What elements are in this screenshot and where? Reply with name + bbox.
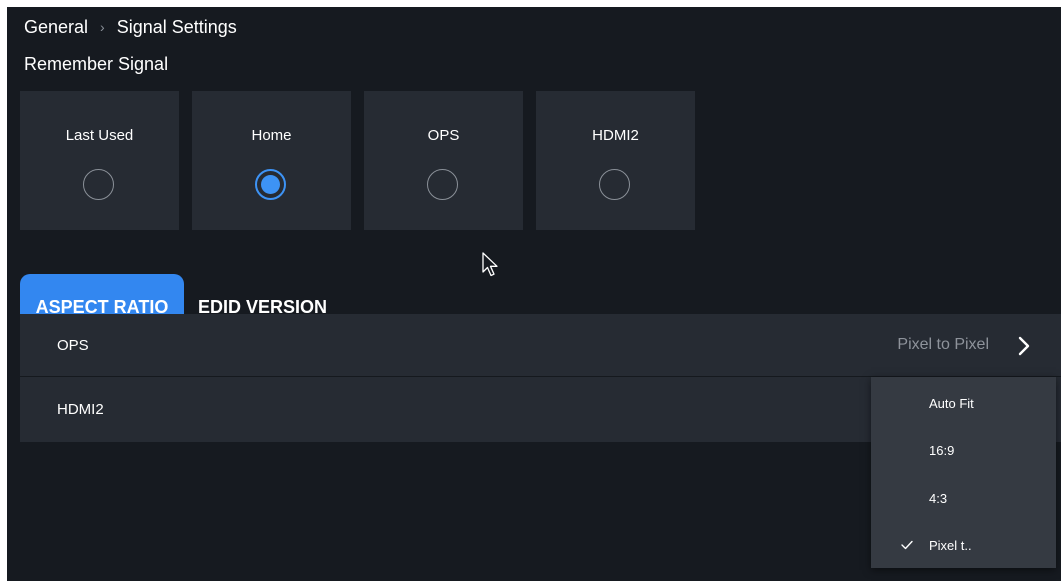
remember-signal-options: Last Used Home OPS HDMI2 [20, 91, 695, 230]
row-value: Pixel to Pixel [897, 336, 989, 353]
tab-edid-version[interactable]: EDID VERSION [198, 274, 358, 316]
dropdown-item-label: 4:3 [929, 490, 948, 506]
dropdown-item-label: 16:9 [929, 442, 955, 458]
radio-button[interactable] [427, 169, 458, 200]
signal-option-label: HDMI2 [592, 127, 639, 144]
dropdown-item-pixel-to-pixel[interactable]: Pixel t.. [871, 533, 1056, 557]
radio-button-selected[interactable] [255, 169, 286, 200]
signal-option-hdmi2[interactable]: HDMI2 [536, 91, 695, 230]
aspect-ratio-dropdown: Auto Fit 16:9 4:3 Pixel t.. [871, 377, 1056, 568]
settings-tabs: ASPECT RATIO EDID VERSION [20, 274, 358, 316]
dropdown-item-label: Pixel t.. [929, 537, 972, 553]
row-label: OPS [57, 336, 89, 354]
signal-option-label: Home [251, 127, 292, 144]
dropdown-item-auto-fit[interactable]: Auto Fit [871, 391, 1056, 415]
chevron-right-icon: › [100, 19, 105, 35]
remember-signal-title: Remember Signal [24, 54, 169, 74]
signal-option-label: Last Used [65, 127, 134, 144]
breadcrumb-current: Signal Settings [116, 16, 237, 37]
signal-settings-screen: General › Signal Settings Remember Signa… [7, 7, 1061, 581]
signal-option-home[interactable]: Home [192, 91, 351, 230]
dropdown-item-4-3[interactable]: 4:3 [871, 486, 1056, 510]
dropdown-item-label: Auto Fit [929, 395, 974, 411]
signal-option-ops[interactable]: OPS [364, 91, 523, 230]
radio-button[interactable] [83, 169, 114, 200]
breadcrumb-general[interactable]: General [24, 17, 88, 38]
signal-option-label: OPS [427, 127, 460, 144]
check-icon [901, 540, 913, 550]
tab-aspect-ratio[interactable]: ASPECT RATIO [20, 274, 184, 316]
chevron-right-icon[interactable] [1017, 336, 1031, 356]
row-label: HDMI2 [57, 401, 104, 418]
aspect-ratio-row-ops[interactable]: OPS Pixel to Pixel [20, 314, 1061, 377]
signal-option-last-used[interactable]: Last Used [20, 91, 179, 230]
radio-button[interactable] [599, 169, 630, 200]
dropdown-item-16-9[interactable]: 16:9 [871, 438, 1056, 462]
breadcrumb: General › Signal Settings [24, 15, 237, 39]
mouse-pointer-icon [482, 252, 498, 277]
